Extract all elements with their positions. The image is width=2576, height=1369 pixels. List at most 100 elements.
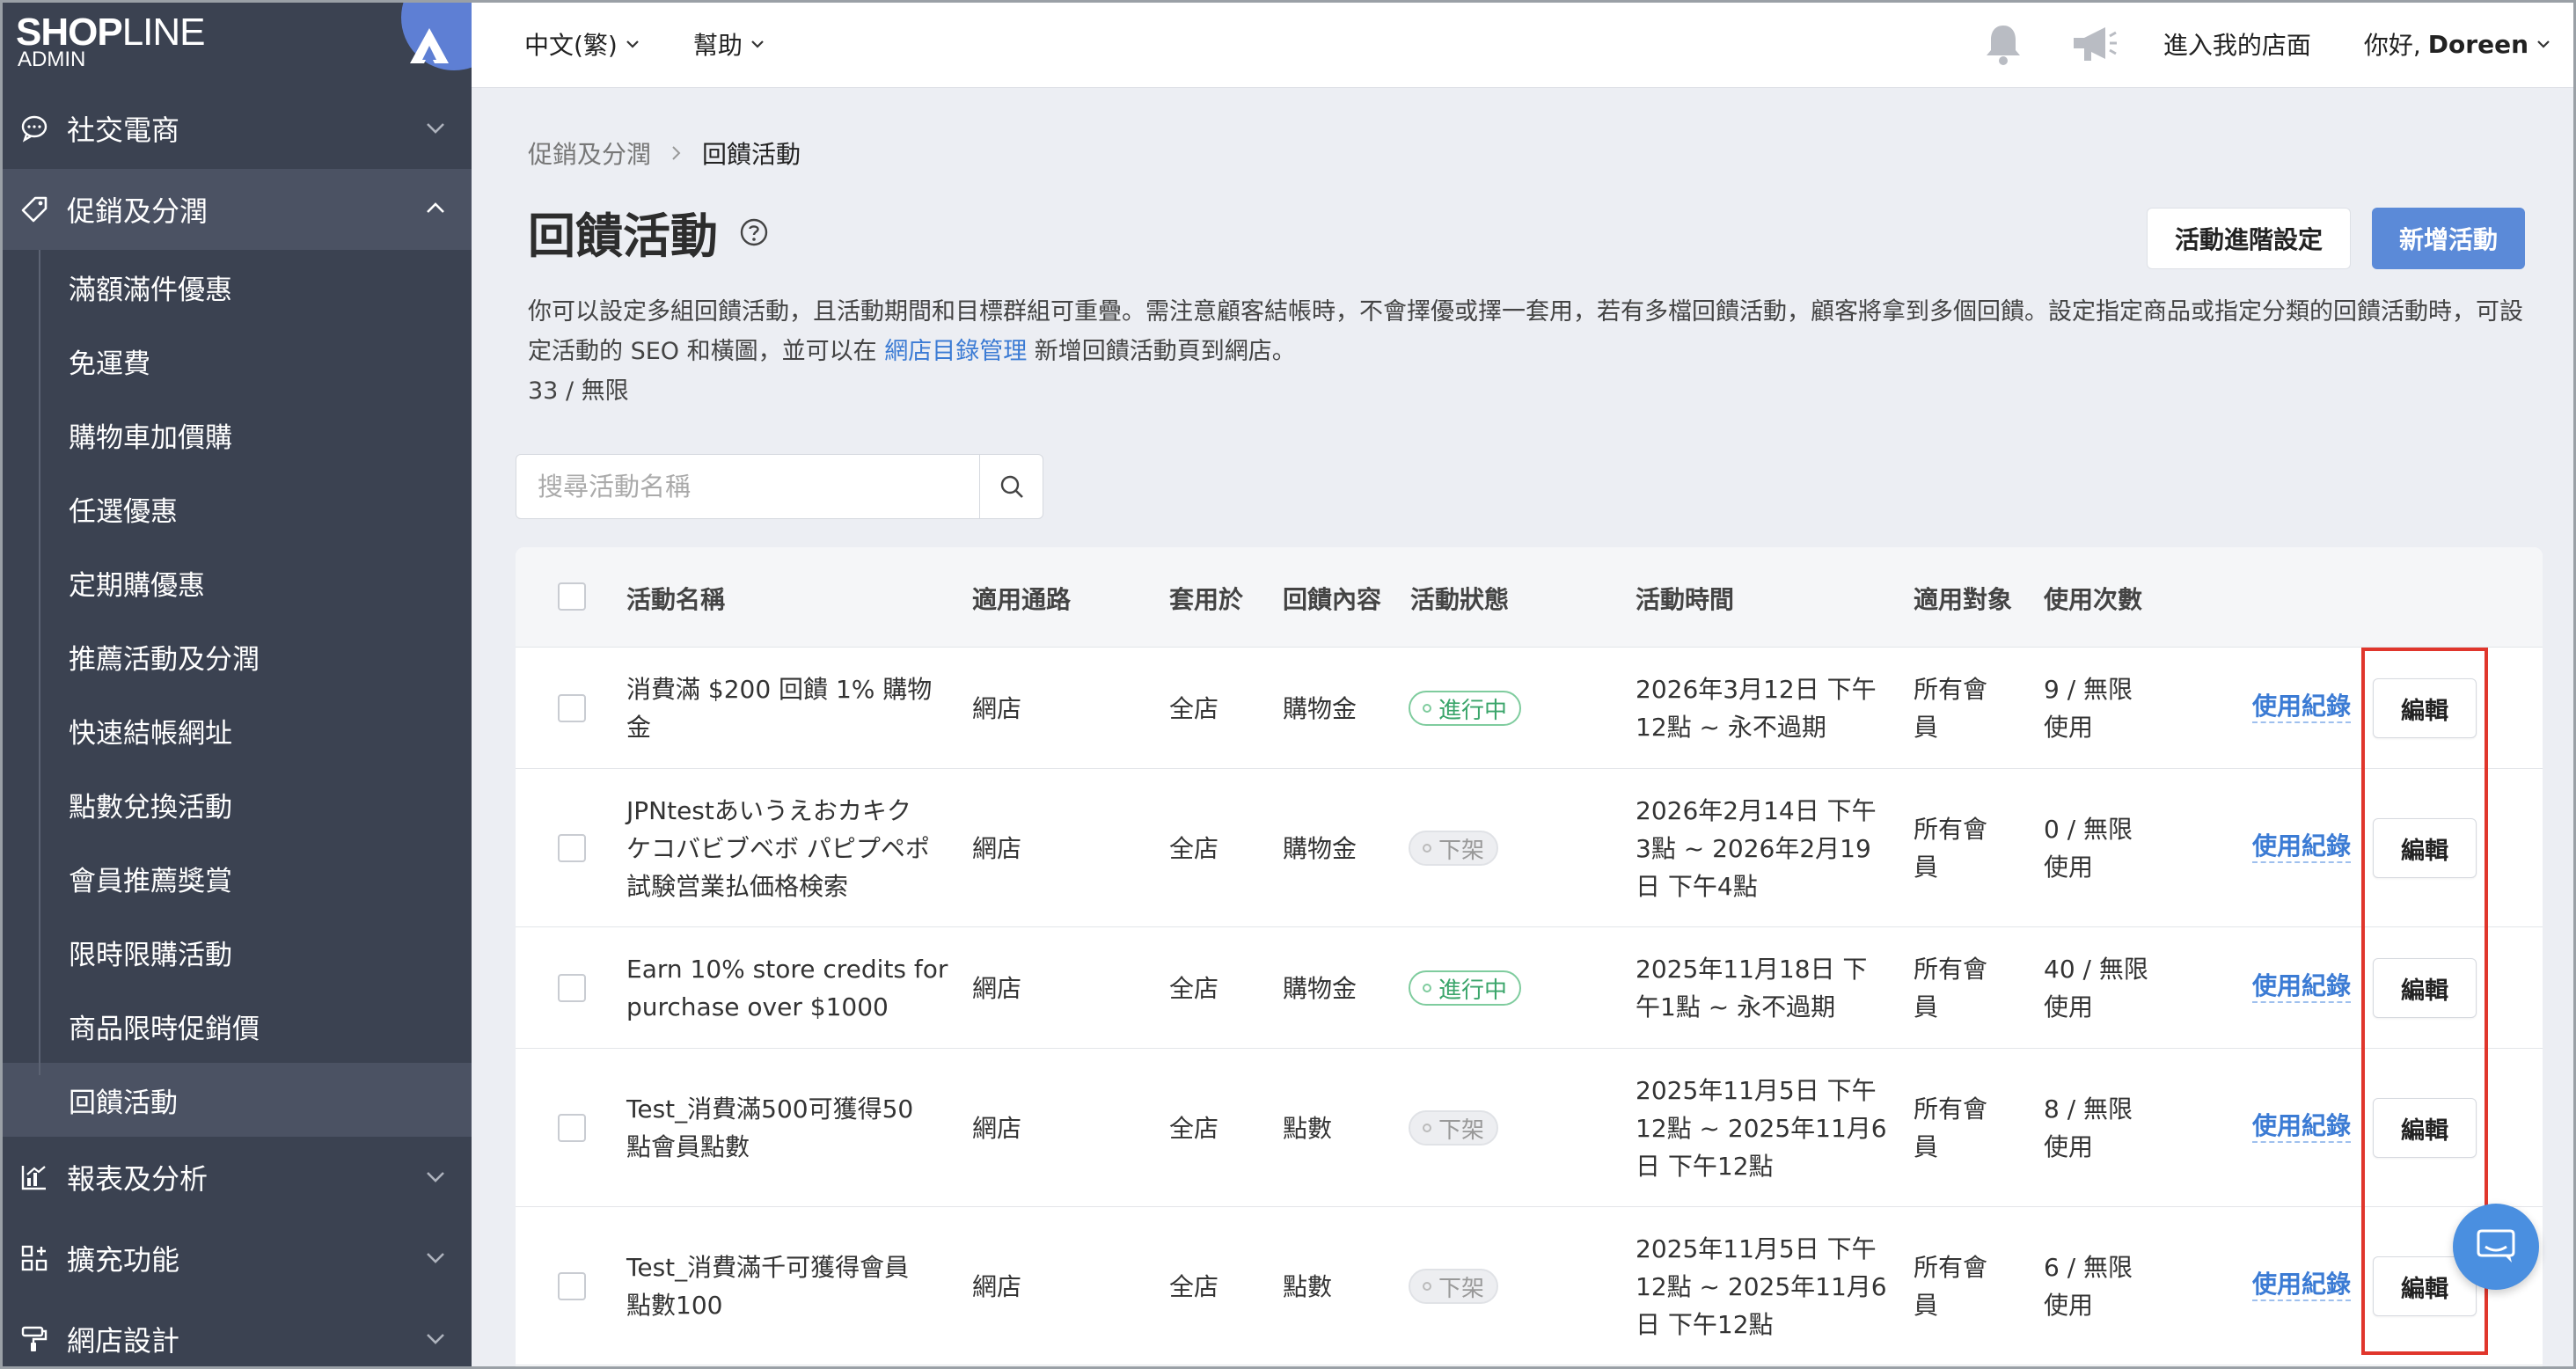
chevron-down-icon (427, 1172, 444, 1182)
chevron-down-icon (427, 123, 444, 134)
sidebar-section-reports[interactable]: 報表及分析 (0, 1137, 472, 1218)
table-row: Test_消費滿500可獲得50 點會員點數 網店 全店 點數 下架 2025年11月5日 … (516, 1049, 2543, 1207)
usage-log-link[interactable]: 使用紀錄 (2252, 1111, 2352, 1143)
campaign-name: Test_消費滿500可獲得50 點會員點數 (626, 1090, 952, 1166)
usage-log-link[interactable]: 使用紀錄 (2252, 831, 2352, 863)
edit-button[interactable]: 編輯 (2373, 678, 2477, 738)
campaign-channel: 網店 (972, 833, 1022, 863)
breadcrumb-current: 回饋活動 (702, 140, 801, 169)
chevron-up-icon (427, 202, 444, 213)
logo[interactable]: SHOPLINE ADMIN (0, 0, 472, 88)
campaign-target-line: 員 (1914, 713, 1939, 742)
sidebar-section-social-commerce[interactable]: 社交電商 (0, 88, 472, 169)
campaign-name-line: 點會員點數 (626, 1132, 750, 1161)
campaign-period-line: 日 下午4點 (1636, 871, 1758, 901)
usage-log-link[interactable]: 使用紀錄 (2252, 1270, 2352, 1301)
search-box (516, 454, 1043, 519)
edit-button[interactable]: 編輯 (2373, 818, 2477, 878)
megaphone-icon[interactable] (2070, 24, 2118, 64)
campaign-reward: 購物金 (1283, 693, 1358, 723)
sidebar-section-store-design[interactable]: 網店設計 (0, 1299, 472, 1369)
description-text: 你可以設定多組回饋活動，且活動期間和目標群組可重疊。需注意顧客結帳時，不會擇優或… (528, 298, 2523, 365)
row-checkbox[interactable] (558, 834, 586, 862)
status-badge: 下架 (1409, 1110, 1499, 1146)
campaign-apply: 全店 (1169, 693, 1219, 723)
campaign-name-line: purchase over $1000 (626, 992, 889, 1021)
sidebar-item-threshold-offer[interactable]: 滿額滿件優惠 (0, 250, 472, 324)
table-header: 活動名稱 適用通路 套用於 回饋內容 活動狀態 活動時間 適用對象 使用次數 (516, 547, 2543, 648)
status-badge: 下架 (1409, 831, 1499, 866)
campaign-name-line: 點數100 (626, 1291, 723, 1320)
row-checkbox[interactable] (558, 1272, 586, 1300)
campaign-reward: 購物金 (1283, 833, 1358, 863)
store-catalog-link[interactable]: 網店目錄管理 (884, 338, 1027, 365)
sidebar-item-express-checkout[interactable]: 快速結帳網址 (0, 693, 472, 767)
campaign-channel: 網店 (972, 1113, 1022, 1143)
usage-log-link[interactable]: 使用紀錄 (2252, 692, 2352, 723)
row-checkbox[interactable] (558, 974, 586, 1002)
sidebar-section-label: 擴充功能 (67, 1243, 180, 1277)
col-target: 適用對象 (1914, 585, 2013, 614)
campaign-name: Earn 10% store credits for purchase over … (626, 950, 952, 1026)
language-label: 中文(繁) (524, 30, 618, 60)
chevron-down-icon (2537, 40, 2550, 48)
page-title: 回饋活動 (528, 197, 769, 267)
advanced-settings-button[interactable]: 活動進階設定 (2147, 208, 2351, 269)
campaign-table: 活動名稱 適用通路 套用於 回饋內容 活動狀態 活動時間 適用對象 使用次數 消… (516, 547, 2543, 1369)
campaign-usage-line: 使用 (2044, 1291, 2094, 1320)
campaign-target-line: 員 (1914, 992, 1939, 1021)
sidebar-section-apps[interactable]: 擴充功能 (0, 1218, 472, 1299)
help-label: 幫助 (692, 30, 743, 60)
add-campaign-button[interactable]: 新增活動 (2372, 208, 2525, 269)
sidebar-section-label: 報表及分析 (67, 1162, 209, 1196)
status-dot-icon (1423, 1124, 1431, 1132)
chat-button[interactable] (2453, 1204, 2539, 1290)
campaign-target-line: 所有會 (1914, 815, 1988, 844)
sidebar-item-referral[interactable]: 會員推薦獎賞 (0, 841, 472, 915)
sidebar-item-subscription[interactable]: 定期購優惠 (0, 545, 472, 619)
row-checkbox[interactable] (558, 694, 586, 722)
enter-store-link[interactable]: 進入我的店面 (2163, 26, 2311, 62)
col-name: 活動名稱 (626, 585, 726, 614)
paint-roller-icon (19, 1324, 49, 1354)
sidebar-item-points-redeem[interactable]: 點數兌換活動 (0, 767, 472, 841)
sidebar-item-bundle[interactable]: 任選優惠 (0, 472, 472, 545)
campaign-name-line: Test_消費滿500可獲得50 (626, 1094, 914, 1124)
sidebar-item-cart-addon[interactable]: 購物車加價購 (0, 398, 472, 472)
user-menu[interactable]: 你好, Doreen (2364, 26, 2551, 62)
search-input[interactable] (516, 455, 979, 518)
select-all-checkbox[interactable] (558, 582, 586, 611)
edit-button[interactable]: 編輯 (2373, 958, 2477, 1018)
table-row: Test_消費滿千可獲得會員 點數100 網店 全店 點數 下架 2025年11月5日 下午… (516, 1207, 2543, 1365)
campaign-period: 2025年11月5日 下午 12點 ~ 2025年11月6 日 下午12點 (1636, 1230, 1891, 1343)
row-checkbox[interactable] (558, 1114, 586, 1142)
breadcrumb-separator-icon (670, 139, 683, 168)
sidebar-item-flash-sale[interactable]: 限時限購活動 (0, 915, 472, 989)
help-dropdown[interactable]: 幫助 (693, 26, 765, 62)
campaign-target-line: 所有會 (1914, 675, 1988, 704)
sidebar-section-promotions[interactable]: 促銷及分潤 (0, 169, 472, 250)
breadcrumb: 促銷及分潤 回饋活動 (528, 135, 801, 171)
sidebar-item-free-shipping[interactable]: 免運費 (0, 324, 472, 398)
sidebar-item-rewards[interactable]: 回饋活動 (0, 1063, 472, 1137)
sidebar-item-sale-price[interactable]: 商品限時促銷價 (0, 989, 472, 1063)
edit-button[interactable]: 編輯 (2373, 1098, 2477, 1158)
campaign-channel: 網店 (972, 693, 1022, 723)
col-channel: 適用通路 (972, 585, 1072, 614)
campaign-usage-line: 9 / 無限 (2044, 675, 2133, 704)
bell-icon[interactable] (1982, 22, 2024, 66)
breadcrumb-parent[interactable]: 促銷及分潤 (528, 135, 651, 171)
search-icon (1000, 475, 1023, 498)
campaign-usage: 9 / 無限 使用 (2044, 670, 2202, 746)
search-button[interactable] (979, 455, 1043, 518)
sidebar-item-affiliate[interactable]: 推薦活動及分潤 (0, 619, 472, 693)
campaign-period-line: 2025年11月5日 下午 (1636, 1234, 1877, 1263)
campaign-target-line: 員 (1914, 1291, 1939, 1320)
chevron-down-icon (427, 1334, 444, 1344)
campaign-apply: 全店 (1169, 1113, 1219, 1143)
help-circle-icon[interactable] (739, 217, 769, 247)
usage-log-link[interactable]: 使用紀錄 (2252, 971, 2352, 1003)
campaign-usage-line: 6 / 無限 (2044, 1253, 2133, 1282)
page-title-text: 回饋活動 (528, 209, 718, 264)
language-dropdown[interactable]: 中文(繁) (524, 26, 640, 62)
